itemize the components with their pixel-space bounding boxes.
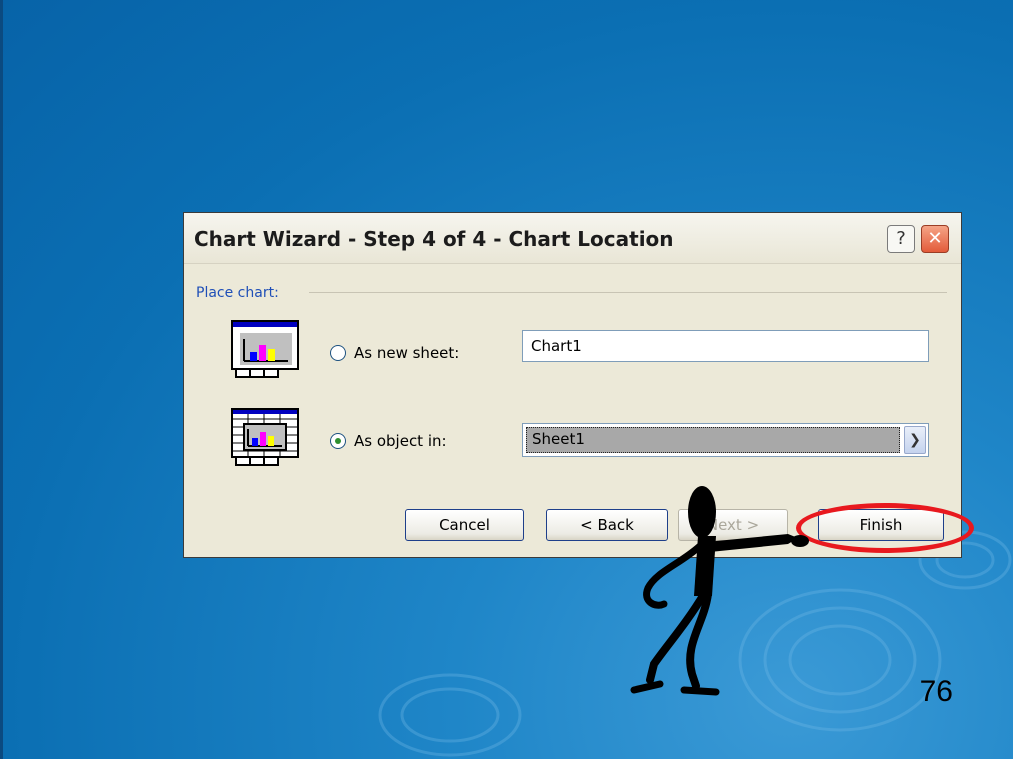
chevron-down-icon[interactable]: ❯ [904,426,926,454]
help-button[interactable]: ? [887,225,915,253]
dialog-title: Chart Wizard - Step 4 of 4 - Chart Locat… [194,227,674,251]
close-button[interactable]: ✕ [921,225,949,253]
as-object-in-option[interactable]: As object in: [330,432,447,450]
dialog-titlebar[interactable]: Chart Wizard - Step 4 of 4 - Chart Locat… [184,213,961,264]
group-divider [309,292,947,293]
cancel-button[interactable]: Cancel [405,509,524,541]
new-sheet-name-input[interactable]: Chart1 [522,330,929,362]
object-in-sheet-select[interactable]: Sheet1 ❯ [522,423,929,457]
as-new-sheet-option[interactable]: As new sheet: [330,344,459,362]
slide-page-number: 76 [919,675,953,708]
chart-sheet-icon [230,319,300,381]
as-object-in-label: As object in: [354,432,447,450]
selected-sheet-value: Sheet1 [526,427,900,453]
place-chart-group-label: Place chart: [196,285,279,301]
as-new-sheet-label: As new sheet: [354,344,460,362]
chart-object-icon [230,407,300,469]
as-object-in-radio[interactable] [330,433,346,449]
stickman-pointing-figure [630,486,809,696]
as-new-sheet-radio[interactable] [330,345,346,361]
finish-highlight-circle [796,503,974,553]
